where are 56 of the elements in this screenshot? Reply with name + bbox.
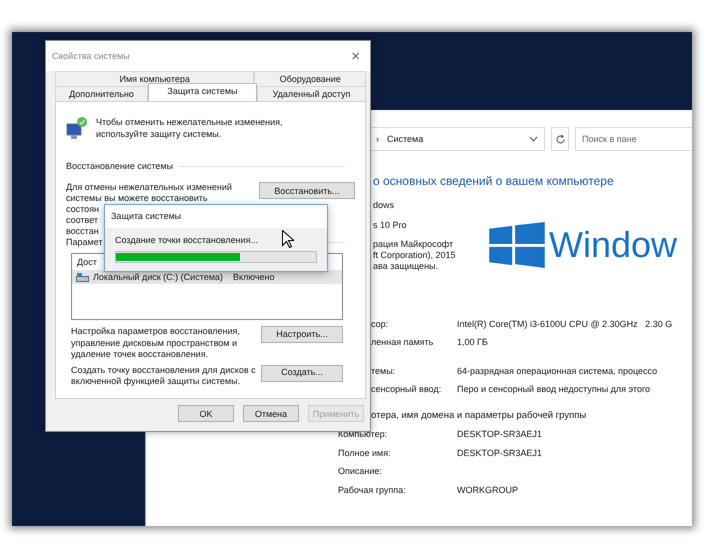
property-label: Рабочая группа: [338,484,407,494]
mouse-cursor-icon [282,230,294,248]
restore-button[interactable]: Восстановить... [259,182,355,199]
computer-shield-icon [66,116,88,140]
create-text: Создать точку восстановления для дисков с включенной функцией защиты системы. [71,364,256,388]
tab[interactable]: Защита системы [148,83,257,101]
drive-icon [76,272,89,282]
column-header: Дост [77,257,97,267]
group-label: Восстановление системы [66,161,174,171]
property-label: сор: [371,319,390,329]
edition-text: ава защищены. [373,261,440,271]
page-heading: о основных сведений о вашем компьютере [373,174,615,188]
edition-text: s 10 Pro [373,220,408,230]
property-label: Описание: [338,466,383,476]
restore-text: Для отмены нежелательных изменений [66,182,232,193]
restore-text: восстан [66,226,99,237]
progress-message: Создание точки восстановления... [115,235,258,245]
logo-text: Window [549,224,678,266]
property-value: 1,00 ГБ [457,337,489,347]
property-value: DESKTOP-SR3AEJ1 [457,448,543,458]
edition-text: ft Corporation), 2015 [373,250,457,260]
dialog-button[interactable]: OK [178,405,234,422]
edition-text: рация Майкрософт [373,239,454,249]
chevron-icon [529,136,538,142]
property-value: WORKGROUP [457,484,520,494]
property-value: DESKTOP-SR3AEJ1 [457,429,543,439]
intro-text: Чтобы отменить нежелательные изменения, используйте защиту системы. [96,116,284,140]
property-label: Полное имя: [338,448,392,458]
dialog-button[interactable]: Отмена [243,405,299,422]
group-label: Парамет [66,237,103,247]
restore-text: соответ [66,215,98,226]
section-label: dows [373,200,396,210]
configure-text: Настройка параметров восстановления, управление дисковым пространством и удаление точек восстановления. [71,326,241,360]
window-title: Свойства системы [52,51,130,61]
refresh-button[interactable] [551,127,569,151]
section-label: отера, имя домена и параметры рабочей группы [371,410,588,421]
restore-text: состоян [66,204,99,215]
create-button[interactable]: Создать... [261,364,343,382]
search-field[interactable]: Поиск в пане [575,127,692,151]
property-label: сенсорный ввод: [371,384,442,394]
tab[interactable]: Оборудование [254,71,366,86]
property-value: Перо и сенсорный ввод недоступны для этого [457,384,652,394]
configure-button[interactable]: Настроить... [261,326,343,343]
property-label: темы: [371,366,396,376]
close-button[interactable]: × [347,48,364,64]
property-label: Компьютер: [338,429,388,439]
tab[interactable]: Дополнительно [55,86,148,101]
tab[interactable]: Удаленный доступ [256,86,366,101]
address-bar[interactable]: › Система [369,127,546,151]
refresh-icon [554,134,566,144]
windows-logo-icon [489,222,545,268]
restore-text: системы вы можете восстановить [66,193,208,204]
property-value: 64-разрядная операционная система, процессо [457,366,658,376]
property-value: Intel(R) Core(TM) i3-6100U CPU @ 2.30GHz 2.30 G [457,319,674,329]
property-label: ленная память [371,337,434,347]
dialog-title: Защита системы [110,210,182,223]
